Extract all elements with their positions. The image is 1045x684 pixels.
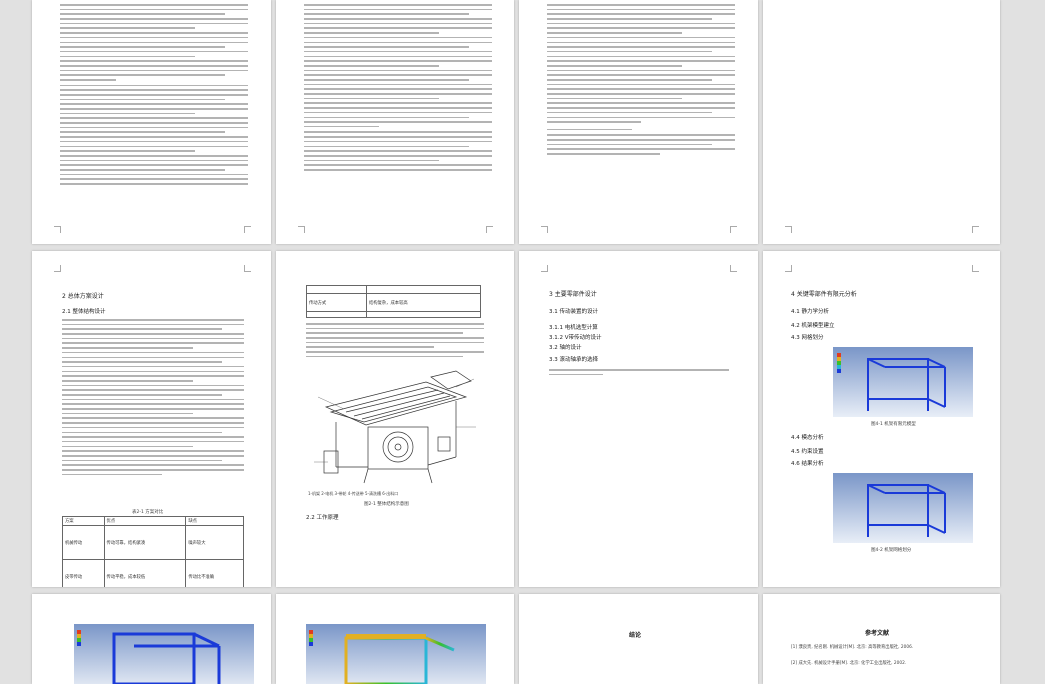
section-heading: 3.3 滚动轴承的选择 (549, 357, 598, 363)
chapter-heading: 2 总体方案设计 (62, 293, 104, 300)
reference-item: [1] 濮良贵, 纪名刚. 机械设计[M]. 北京: 高等教育出版社, 2006… (791, 645, 914, 650)
margin-marker (541, 265, 548, 272)
frame-fea-model-figure (833, 347, 973, 417)
reference-item: [2] 成大先. 机械设计手册[M]. 北京: 化学工业出版社, 2002. (791, 661, 907, 666)
document-page-9[interactable] (32, 594, 271, 684)
frame-mesh-figure (833, 473, 973, 543)
fea-result-figure (74, 624, 254, 684)
subsection-heading: 3.1.2 V带传动的设计 (549, 335, 602, 341)
margin-marker (972, 265, 979, 272)
table-cell (306, 285, 367, 294)
margin-marker (972, 226, 979, 233)
margin-marker (730, 265, 737, 272)
body-text (62, 319, 244, 478)
conclusion-heading: 结论 (629, 632, 642, 639)
table-cell: 皮带传动 (62, 559, 105, 587)
figure-caption: 图2-1 整体结构示意图 (364, 502, 409, 507)
section-heading: 4.1 静力学分析 (791, 309, 829, 315)
chapter-heading: 4 关键零部件有限元分析 (791, 291, 857, 298)
document-page-11[interactable]: 结论 (519, 594, 758, 684)
continued-table: 传动方式 结构复杂，成本较高 (306, 285, 481, 318)
body-text (304, 4, 492, 174)
margin-marker (244, 265, 251, 272)
body-text (549, 369, 729, 378)
margin-marker (486, 226, 493, 233)
margin-marker (785, 265, 792, 272)
table-title: 表2-1 方案对比 (132, 510, 164, 515)
document-page-6[interactable]: 传动方式 结构复杂，成本较高 1-机架 2-电机 3-带轮 4-传送带 5-清洗… (276, 251, 514, 587)
table-cell (366, 311, 481, 318)
section-heading: 4.3 网格划分 (791, 335, 824, 341)
subsection-heading: 3.1.1 电机选型计算 (549, 325, 598, 331)
comparison-table: 方案 优点 缺点 机械传动 传动可靠，结构紧凑 噪声较大 皮带传动 传动平稳，成… (62, 516, 244, 587)
table-cell (306, 311, 367, 318)
section-heading: 3.2 轴的设计 (549, 345, 582, 351)
table-cell: 传动比不准确 (185, 559, 244, 587)
table-cell: 噪声较大 (185, 525, 244, 560)
figure-legend: 1-机架 2-电机 3-带轮 4-传送带 5-清洗槽 6-出料口 (308, 491, 399, 496)
figure-caption: 图4-2 机架网格划分 (871, 548, 912, 553)
table-cell: 结构复杂，成本较高 (366, 293, 481, 312)
margin-marker (244, 226, 251, 233)
table-header-cell: 方案 (62, 516, 105, 526)
document-page-5[interactable]: 2 总体方案设计 2.1 整体结构设计 表2-1 方案对比 方案 优点 缺点 机… (32, 251, 271, 587)
body-text (306, 323, 484, 361)
margin-marker (54, 226, 61, 233)
machine-assembly-drawing (314, 370, 476, 484)
references-heading: 参考文献 (865, 630, 890, 637)
table-cell: 机械传动 (62, 525, 105, 560)
chapter-heading: 3 主要零部件设计 (549, 291, 597, 298)
document-page-2[interactable] (276, 0, 514, 244)
document-page-7[interactable]: 3 主要零部件设计 3.1 传动装置的设计 3.1.1 电机选型计算 3.1.2… (519, 251, 758, 587)
section-heading: 4.4 模态分析 (791, 435, 824, 441)
section-heading: 4.6 结果分析 (791, 461, 824, 467)
margin-marker (730, 226, 737, 233)
body-text (547, 4, 735, 158)
table-cell (366, 285, 481, 294)
section-heading-visible: 2.2 工作原理 (306, 515, 339, 521)
document-page-8[interactable]: 4 关键零部件有限元分析 4.1 静力学分析 4.2 机架模型建立 4.3 网格… (763, 251, 1000, 587)
table-cell: 传动方式 (306, 293, 367, 312)
table-header-cell: 优点 (103, 516, 187, 526)
body-text (60, 4, 248, 188)
margin-marker (541, 226, 548, 233)
figure-caption: 图4-1 机架有限元模型 (871, 422, 916, 427)
margin-marker (54, 265, 61, 272)
table-cell: 传动可靠，结构紧凑 (103, 525, 187, 560)
document-page-4[interactable] (763, 0, 1000, 244)
section-heading: 4.5 约束设置 (791, 449, 824, 455)
section-heading: 4.2 机架模型建立 (791, 323, 835, 329)
document-page-12[interactable]: 参考文献 [1] 濮良贵, 纪名刚. 机械设计[M]. 北京: 高等教育出版社,… (763, 594, 1000, 684)
document-page-10[interactable] (276, 594, 514, 684)
margin-marker (298, 226, 305, 233)
margin-marker (785, 226, 792, 233)
table-header-cell: 缺点 (185, 516, 244, 526)
section-heading: 2.1 整体结构设计 (62, 309, 106, 315)
section-heading: 3.1 传动装置的设计 (549, 309, 598, 315)
document-page-3[interactable] (519, 0, 758, 244)
fea-stress-figure (306, 624, 486, 684)
document-page-1[interactable] (32, 0, 271, 244)
table-cell: 传动平稳，成本较低 (103, 559, 187, 587)
